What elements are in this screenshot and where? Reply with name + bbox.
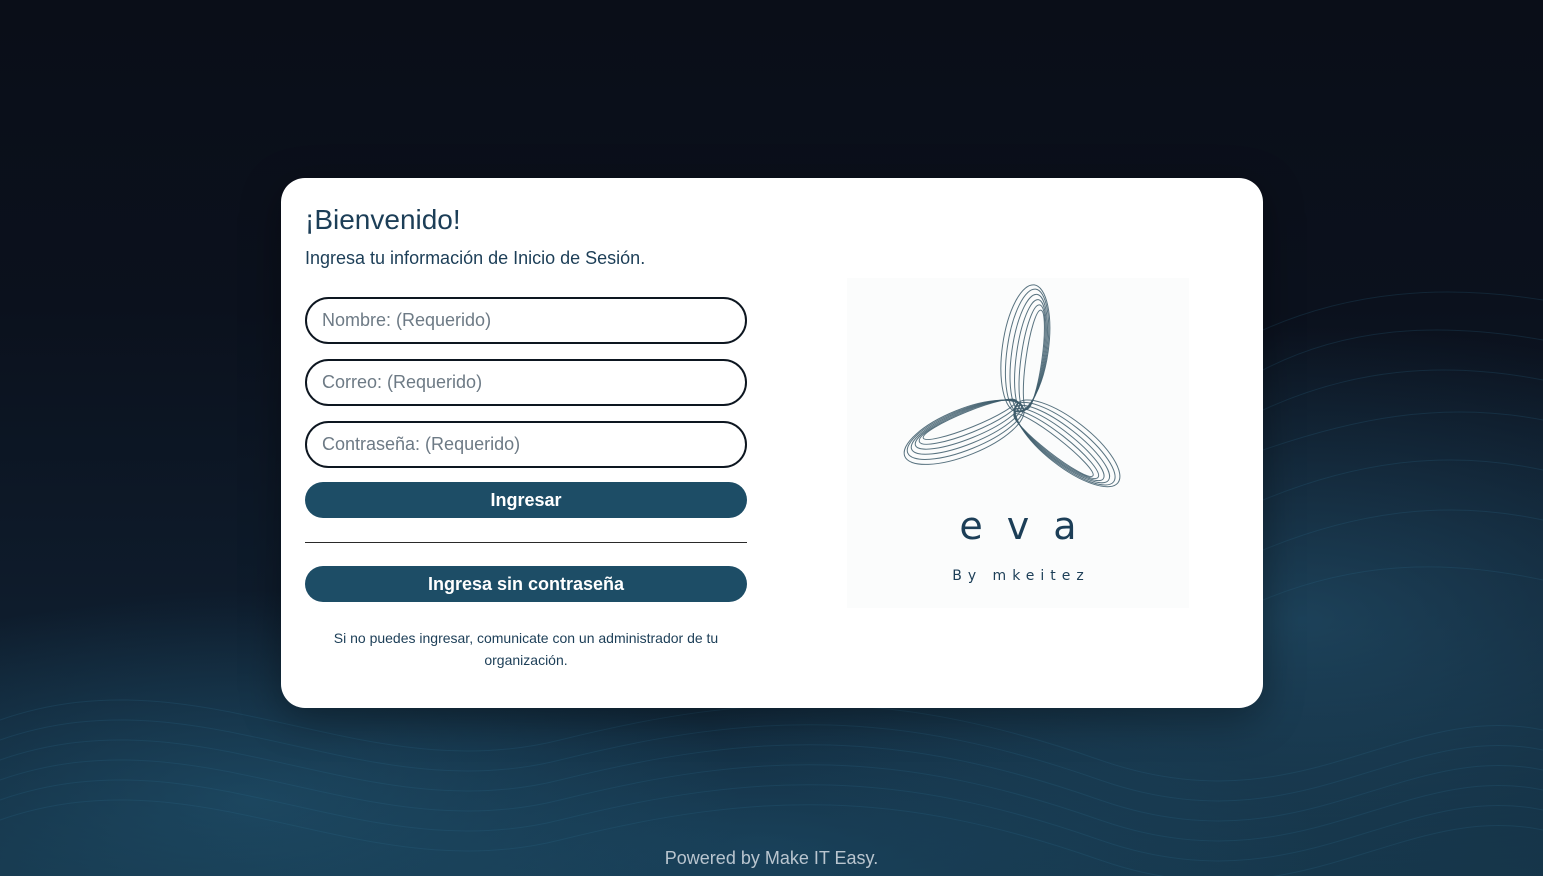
- tri-lobe-wireframe-icon: [903, 284, 1121, 488]
- email-field[interactable]: [305, 359, 747, 406]
- passwordless-login-button[interactable]: Ingresa sin contraseña: [305, 566, 747, 602]
- login-subtitle: Ingresa tu información de Inicio de Sesi…: [305, 248, 646, 268]
- logo-panel: eva By mkeitez: [847, 278, 1189, 608]
- login-button[interactable]: Ingresar: [305, 482, 747, 518]
- login-card: ¡Bienvenido! Ingresa tu información de I…: [281, 178, 1263, 708]
- name-field[interactable]: [305, 297, 747, 344]
- welcome-title: ¡Bienvenido!: [305, 204, 461, 235]
- brand-name: eva: [959, 504, 1101, 548]
- divider: [305, 542, 747, 543]
- password-field[interactable]: [305, 421, 747, 468]
- brand-tagline: By mkeitez: [952, 568, 1090, 584]
- help-text: Si no puedes ingresar, comunicate con un…: [333, 630, 719, 668]
- footer-text: Powered by Make IT Easy.: [664, 848, 879, 868]
